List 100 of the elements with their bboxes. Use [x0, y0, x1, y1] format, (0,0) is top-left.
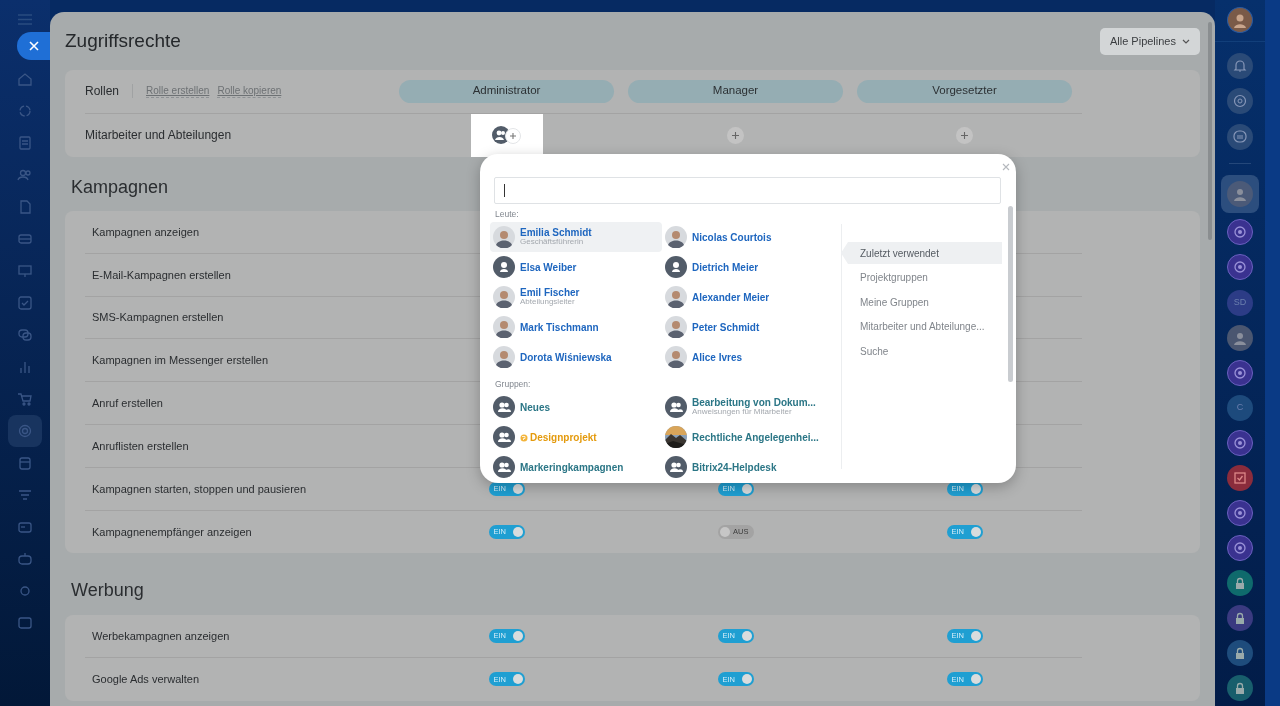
funnel-icon[interactable] [17, 487, 33, 503]
chat-arrows-button[interactable] [1227, 123, 1253, 150]
chat-arrows-icon [1232, 128, 1248, 145]
chat-avatar[interactable] [1227, 359, 1253, 386]
person-silhouette-icon [1233, 330, 1247, 345]
role-action-link[interactable]: Rolle kopieren [217, 84, 282, 98]
person-name: Emil Fischer [520, 287, 580, 299]
people-icon[interactable] [17, 167, 33, 183]
chat-avatar[interactable] [1227, 570, 1253, 597]
permission-label: Kampagnen anzeigen [91, 224, 201, 240]
category-tab[interactable]: Projektgruppen [841, 266, 1002, 289]
chat-icon[interactable] [17, 327, 33, 343]
person-item[interactable]: Peter Schmidt [662, 312, 834, 342]
chat-avatar[interactable] [1227, 254, 1253, 281]
chat-avatar[interactable] [1227, 535, 1253, 562]
avatar [665, 286, 687, 308]
bell-button[interactable] [1227, 53, 1253, 80]
chat-logo-icon [1233, 506, 1247, 520]
person-item[interactable]: Nicolas Courtois [662, 222, 834, 252]
avatar [493, 226, 515, 248]
chat-avatar[interactable] [1227, 429, 1253, 456]
chat-logo-icon [1233, 365, 1247, 380]
category-tab[interactable]: Zuletzt verwendet [841, 242, 1002, 264]
page-title: Zugriffsrechte [65, 29, 181, 53]
person-item[interactable]: Emil Fischer Abteilungsleiter [490, 282, 662, 312]
chat-avatar[interactable] [1227, 605, 1253, 632]
role-header: Manager [628, 79, 843, 103]
person-item[interactable]: Alexander Meier [662, 282, 834, 312]
category-tab[interactable]: Suche [841, 340, 1002, 362]
user-avatar[interactable] [1227, 7, 1253, 33]
checkbox-icon[interactable] [17, 295, 33, 311]
avatar [665, 256, 687, 278]
chat-avatar[interactable] [1227, 500, 1253, 526]
group-name: Neues [520, 401, 550, 413]
chat-logo-icon [1232, 93, 1248, 110]
person-item[interactable]: Dietrich Meier [662, 252, 834, 282]
chat-avatar[interactable]: SD [1227, 289, 1253, 316]
close-icon [1002, 163, 1010, 171]
person-item[interactable]: Alice Ivres [662, 342, 834, 372]
target-icon[interactable] [17, 423, 33, 439]
chat-avatar[interactable]: C [1227, 394, 1253, 421]
chat-logo-button[interactable] [1227, 88, 1253, 115]
category-tab[interactable]: Meine Gruppen [841, 291, 1002, 313]
cart-icon[interactable] [17, 391, 33, 407]
group-item[interactable]: Bearbeitung von Dokum... Anweisungen für Mitarbeiter [662, 392, 834, 422]
row-label: Mitarbeiter und Abteilungen [85, 127, 233, 144]
chat-avatar[interactable] [1227, 219, 1253, 246]
chat-logo-icon [1233, 435, 1247, 450]
group-avatar [665, 396, 687, 418]
add-button[interactable] [727, 126, 744, 144]
permission-label: Kampagnen starten, stoppen und pausieren [91, 481, 308, 497]
chat-avatar[interactable] [1227, 324, 1253, 351]
chat-avatar[interactable] [1227, 464, 1253, 491]
avatar [665, 226, 687, 248]
person-item[interactable]: Emilia Schmidt Geschäftsführerin [490, 222, 662, 252]
lock-icon [1234, 681, 1246, 695]
card-icon[interactable] [17, 231, 33, 247]
group-avatar [665, 456, 687, 478]
avatar [493, 256, 515, 278]
menu-icon[interactable] [18, 14, 32, 25]
group-item[interactable]: Markeringkampagnen [490, 452, 662, 481]
person-name: Elsa Weiber [520, 261, 577, 273]
pipeline-dropdown[interactable]: Alle Pipelines [1099, 28, 1200, 55]
add-button[interactable] [956, 126, 973, 144]
person-item[interactable]: Dorota Wiśniewska [490, 342, 662, 372]
person-item[interactable]: Elsa Weiber [490, 252, 662, 282]
document-icon[interactable] [17, 135, 33, 151]
role-action-link[interactable]: Rolle erstellen [146, 84, 210, 98]
group-item[interactable]: Neues [490, 392, 662, 422]
bar-chart-icon[interactable] [17, 359, 33, 375]
avatar [665, 316, 687, 338]
chat-avatar[interactable] [1227, 640, 1253, 667]
add-members-cell[interactable] [470, 113, 543, 157]
bell-icon [1232, 58, 1248, 75]
avatar [493, 286, 515, 308]
group-item[interactable]: Rechtliche Angelegenhei... [662, 422, 834, 452]
avatar [493, 346, 515, 368]
document-icon[interactable] [17, 199, 33, 215]
group-item[interactable]: Designprojekt [490, 422, 662, 452]
group-name: Bitrix24-Helpdesk [692, 461, 777, 473]
permission-label: SMS-Kampagnen erstellen [91, 310, 225, 326]
chat-avatar[interactable] [1227, 675, 1253, 702]
permission-label: Kampagnenempfänger anzeigen [91, 524, 253, 540]
card-icon[interactable] [17, 519, 33, 535]
person-item[interactable]: Mark Tischmann [490, 312, 662, 342]
person-name: Dietrich Meier [692, 261, 759, 273]
chat-logo-icon [1233, 225, 1247, 240]
presentation-icon[interactable] [17, 263, 33, 279]
home-icon[interactable] [17, 71, 33, 87]
archive-icon[interactable] [17, 455, 33, 471]
scrollbar[interactable] [1008, 206, 1013, 382]
person-position: Abteilungsleiter [520, 298, 576, 307]
permission-label: Google Ads verwalten [91, 672, 200, 687]
group-item[interactable]: Bitrix24-Helpdesk [662, 452, 834, 481]
person-position: Geschäftsführerin [520, 238, 585, 247]
person-name: Mark Tischmann [520, 321, 599, 333]
category-tab[interactable]: Mitarbeiter und Abteilunge... [841, 315, 1002, 338]
close-button[interactable] [17, 32, 50, 60]
selected-chat-tile[interactable] [1221, 174, 1259, 213]
search-field[interactable] [494, 177, 1001, 204]
